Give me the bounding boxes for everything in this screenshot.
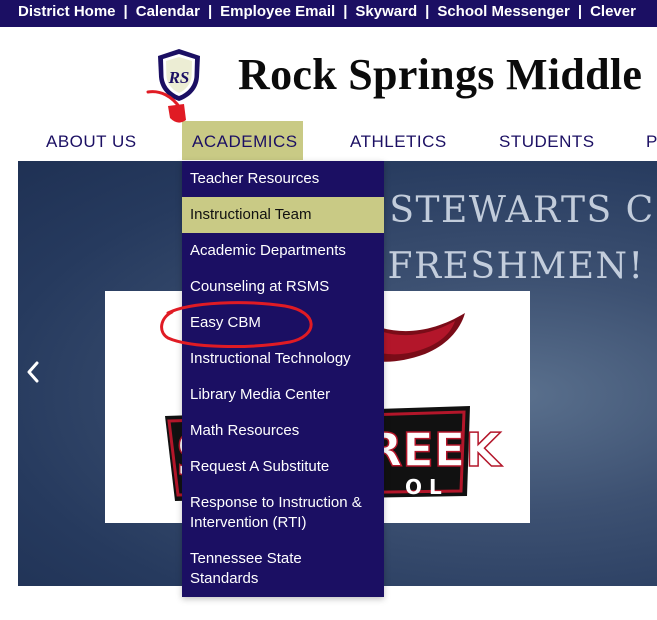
nav-about-us[interactable]: ABOUT US [46,132,137,152]
skyward-link[interactable]: Skyward [355,3,417,20]
creek-letters-right: REEK [367,423,503,477]
nav-more[interactable]: P [646,132,657,152]
separator: | [577,3,583,20]
separator: | [425,3,430,20]
calendar-link[interactable]: Calendar [136,3,200,20]
logo-monogram: RS [168,68,190,87]
menu-item-teacher-resources[interactable]: Teacher Resources [182,169,384,189]
menu-item-instructional-technology[interactable]: Instructional Technology [182,349,384,369]
menu-item-academic-departments[interactable]: Academic Departments [182,241,384,261]
menu-item-tennessee-standards[interactable]: Tennessee State Standards [182,549,384,589]
utility-bar: District Home | Calendar | Employee Email | Sk… [0,0,657,27]
menu-item-rti-line1: Response to Instruction & [190,494,362,511]
employee-email-link[interactable]: Employee Email [220,3,335,20]
menu-item-tn-line1: Tennessee State [190,550,302,567]
separator: | [207,3,213,20]
creek-subtext: O L [405,475,442,499]
nav-students[interactable]: STUDENTS [499,132,595,152]
school-crest-logo[interactable]: RS [155,47,203,103]
menu-item-easy-cbm[interactable]: Easy CBM [182,313,384,333]
chevron-left-icon[interactable] [23,357,43,387]
school-messenger-link[interactable]: School Messenger [437,3,570,20]
site-header: RS Rock Springs Middle ABOUT US ACADEMIC… [0,27,657,160]
academics-dropdown-menu: Teacher Resources Instructional Team Aca… [182,161,384,597]
nav-athletics[interactable]: ATHLETICS [350,132,447,152]
school-name[interactable]: Rock Springs Middle [238,49,642,100]
menu-item-instructional-team[interactable]: Instructional Team [182,197,384,233]
district-home-link[interactable]: District Home [18,3,116,20]
menu-item-tn-line2: Standards [190,570,259,587]
menu-item-library-media-center[interactable]: Library Media Center [182,385,384,405]
separator: | [343,3,348,20]
menu-item-math-resources[interactable]: Math Resources [182,421,384,441]
separator: | [123,3,128,20]
menu-item-rti-line2: Intervention (RTI) [190,514,307,531]
clever-link[interactable]: Clever [590,3,636,20]
nav-academics-label: ACADEMICS [192,132,298,151]
menu-item-rti[interactable]: Response to Instruction & Intervention (… [182,493,384,533]
utility-links: District Home | Calendar | Employee Email | Sk… [18,3,636,20]
menu-item-counseling[interactable]: Counseling at RSMS [182,277,384,297]
menu-item-request-substitute[interactable]: Request A Substitute [182,457,384,477]
nav-academics[interactable]: ACADEMICS [182,121,303,160]
